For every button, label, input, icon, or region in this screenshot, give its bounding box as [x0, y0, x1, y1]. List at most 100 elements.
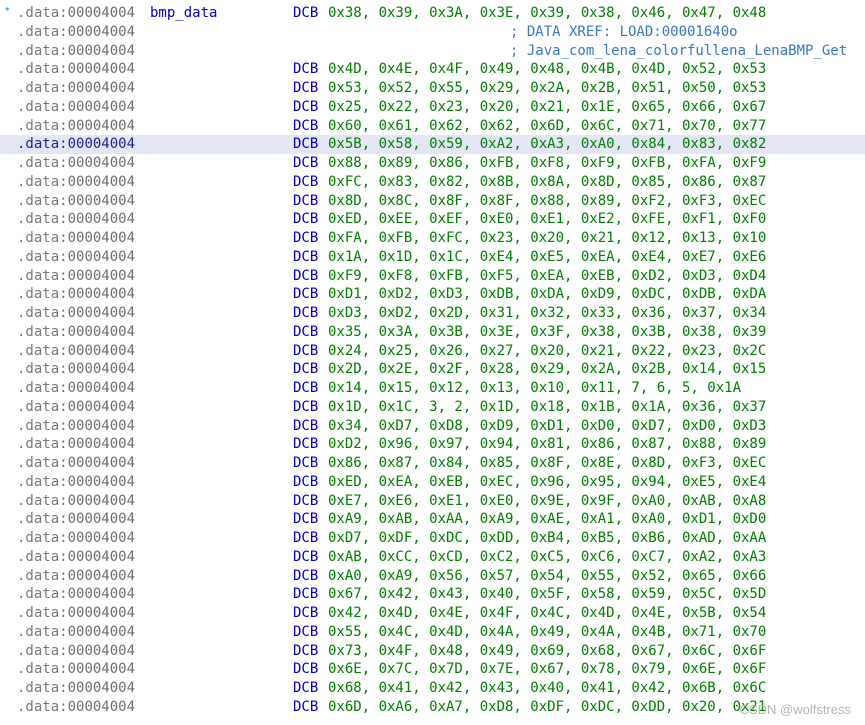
- listing-row[interactable]: .data:00004004 DCB 0x14, 0x15, 0x12, 0x13,…: [0, 379, 865, 398]
- row-address[interactable]: .data:00004004: [17, 192, 135, 211]
- segment-name: .data: [17, 492, 60, 509]
- row-label[interactable]: bmp_data: [150, 4, 217, 23]
- address-offset: 00004004: [67, 267, 136, 284]
- listing-row[interactable]: .data:00004004 DCB 0x4D, 0x4E, 0x4F, 0x49,…: [0, 60, 865, 79]
- row-address[interactable]: .data:00004004: [17, 60, 135, 79]
- listing-row[interactable]: .data:00004004 DCB 0xED, 0xEA, 0xEB, 0xEC,…: [0, 473, 865, 492]
- row-address[interactable]: .data:00004004: [17, 210, 135, 229]
- row-mnemonic: DCB: [293, 492, 319, 509]
- listing-row[interactable]: .data:00004004 DCB 0x6D, 0xA6, 0xA7, 0xD8,…: [0, 698, 865, 717]
- listing-row[interactable]: .data:00004004 DCB 0xAB, 0xCC, 0xCD, 0xC2,…: [0, 548, 865, 567]
- listing-row[interactable]: .data:00004004 DCB 0xD2, 0x96, 0x97, 0x94,…: [0, 435, 865, 454]
- row-address[interactable]: .data:00004004: [17, 135, 135, 154]
- row-comment[interactable]: ; Java_com_lena_colorfullena_LenaBMP_Get: [510, 42, 847, 61]
- listing-row[interactable]: .data:00004004 DCB 0x55, 0x4C, 0x4D, 0x4A,…: [0, 623, 865, 642]
- row-operands: 0xA9, 0xAB, 0xAA, 0xA9, 0xAE, 0xA1, 0xA0…: [328, 511, 767, 528]
- listing-row[interactable]: .data:00004004 DCB 0x34, 0xD7, 0xD8, 0xD9,…: [0, 417, 865, 436]
- row-address[interactable]: .data:00004004: [17, 623, 135, 642]
- row-address[interactable]: .data:00004004: [17, 398, 135, 417]
- row-address[interactable]: .data:00004004: [17, 379, 135, 398]
- segment-name: .data: [17, 623, 60, 640]
- listing-row[interactable]: .data:00004004 DCB 0x42, 0x4D, 0x4E, 0x4F,…: [0, 604, 865, 623]
- listing-row[interactable]: .data:00004004 DCB 0xA9, 0xAB, 0xAA, 0xA9,…: [0, 510, 865, 529]
- row-address[interactable]: .data:00004004: [17, 435, 135, 454]
- row-address[interactable]: .data:00004004: [17, 529, 135, 548]
- listing-row[interactable]: .data:00004004 DCB 0xF9, 0xF8, 0xFB, 0xF5,…: [0, 267, 865, 286]
- listing-row[interactable]: .data:00004004 DCB 0xED, 0xEE, 0xEF, 0xE0,…: [0, 210, 865, 229]
- disassembly-listing[interactable]: • .data:00004004 bmp_data DCB 0x38, 0x39, 0x…: [0, 4, 865, 717]
- listing-row[interactable]: .data:00004004 DCB 0x5B, 0x58, 0x59, 0xA2,…: [0, 135, 865, 154]
- row-mnemonic: DCB: [293, 80, 319, 96]
- listing-row[interactable]: .data:00004004 DCB 0x1A, 0x1D, 0x1C, 0xE4,…: [0, 248, 865, 267]
- listing-row[interactable]: .data:00004004 DCB 0x1D, 0x1C, 3, 2, 0x1D,…: [0, 398, 865, 417]
- row-address[interactable]: .data:00004004: [17, 154, 135, 173]
- row-address[interactable]: .data:00004004: [17, 98, 135, 117]
- listing-row[interactable]: .data:00004004 DCB 0xD1, 0xD2, 0xD3, 0xDB,…: [0, 285, 865, 304]
- row-comment[interactable]: ; DATA XREF: LOAD:00001640o: [510, 23, 738, 42]
- row-address[interactable]: .data:00004004: [17, 248, 135, 267]
- row-mnemonic: DCB: [293, 642, 319, 659]
- row-address[interactable]: .data:00004004: [17, 492, 135, 511]
- address-offset: 00004004: [67, 605, 136, 621]
- row-address[interactable]: .data:00004004: [17, 567, 135, 586]
- row-address[interactable]: .data:00004004: [17, 342, 135, 361]
- row-address[interactable]: .data:00004004: [17, 660, 135, 679]
- listing-row[interactable]: .data:00004004 ; Java_com_lena_colorfulle…: [0, 42, 865, 61]
- row-address[interactable]: .data:00004004: [17, 173, 135, 192]
- row-address[interactable]: .data:00004004: [17, 304, 135, 323]
- listing-row[interactable]: .data:00004004 ; DATA XREF: LOAD:00001640…: [0, 23, 865, 42]
- row-mnemonic: DCB: [293, 248, 319, 265]
- row-address[interactable]: .data:00004004: [17, 267, 135, 286]
- listing-row[interactable]: .data:00004004 DCB 0x60, 0x61, 0x62, 0x62,…: [0, 117, 865, 136]
- row-address[interactable]: .data:00004004: [17, 229, 135, 248]
- row-address[interactable]: .data:00004004: [17, 642, 135, 661]
- row-address[interactable]: .data:00004004: [17, 604, 135, 623]
- row-address[interactable]: .data:00004004: [17, 548, 135, 567]
- listing-row[interactable]: .data:00004004 DCB 0xA0, 0xA9, 0x56, 0x57,…: [0, 567, 865, 586]
- segment-name: .data: [17, 661, 60, 678]
- row-mnemonic: DCB: [293, 230, 319, 246]
- listing-row[interactable]: .data:00004004 DCB 0x24, 0x25, 0x26, 0x27,…: [0, 342, 865, 361]
- listing-row[interactable]: .data:00004004 DCB 0xFA, 0xFB, 0xFC, 0x23,…: [0, 229, 865, 248]
- listing-row[interactable]: .data:00004004 DCB 0xFC, 0x83, 0x82, 0x8B,…: [0, 173, 865, 192]
- row-address[interactable]: .data:00004004: [17, 4, 135, 23]
- address-offset: 00004004: [67, 80, 136, 96]
- listing-row[interactable]: .data:00004004 DCB 0x68, 0x41, 0x42, 0x43,…: [0, 679, 865, 698]
- row-address[interactable]: .data:00004004: [17, 285, 135, 304]
- row-operands: 0x6E, 0x7C, 0x7D, 0x7E, 0x67, 0x78, 0x79…: [328, 661, 767, 678]
- listing-row[interactable]: .data:00004004 DCB 0xD3, 0xD2, 0x2D, 0x31,…: [0, 304, 865, 323]
- listing-row[interactable]: .data:00004004 DCB 0xD7, 0xDF, 0xDC, 0xDD,…: [0, 529, 865, 548]
- listing-row[interactable]: .data:00004004 DCB 0x88, 0x89, 0x86, 0xFB,…: [0, 154, 865, 173]
- listing-row[interactable]: .data:00004004 DCB 0x73, 0x4F, 0x48, 0x49,…: [0, 642, 865, 661]
- row-address[interactable]: .data:00004004: [17, 454, 135, 473]
- listing-row[interactable]: .data:00004004 DCB 0x8D, 0x8C, 0x8F, 0x8F,…: [0, 192, 865, 211]
- listing-row[interactable]: .data:00004004 DCB 0x6E, 0x7C, 0x7D, 0x7E,…: [0, 660, 865, 679]
- listing-row[interactable]: .data:00004004 DCB 0x25, 0x22, 0x23, 0x20,…: [0, 98, 865, 117]
- listing-row[interactable]: .data:00004004 DCB 0xE7, 0xE6, 0xE1, 0xE0,…: [0, 492, 865, 511]
- row-address[interactable]: .data:00004004: [17, 323, 135, 342]
- row-address[interactable]: .data:00004004: [17, 79, 135, 98]
- row-address[interactable]: .data:00004004: [17, 473, 135, 492]
- listing-row[interactable]: • .data:00004004 bmp_data DCB 0x38, 0x39, 0x…: [0, 4, 865, 23]
- row-address[interactable]: .data:00004004: [17, 585, 135, 604]
- listing-row[interactable]: .data:00004004 DCB 0x2D, 0x2E, 0x2F, 0x28,…: [0, 360, 865, 379]
- breakpoint-bullet-icon[interactable]: •: [4, 4, 12, 16]
- row-address[interactable]: .data:00004004: [17, 510, 135, 529]
- row-address[interactable]: .data:00004004: [17, 23, 135, 42]
- row-operands: 0x5B, 0x58, 0x59, 0xA2, 0xA3, 0xA0, 0x84…: [328, 136, 767, 153]
- address-offset: 00004004: [67, 192, 136, 209]
- row-address[interactable]: .data:00004004: [17, 360, 135, 379]
- listing-row[interactable]: .data:00004004 DCB 0x86, 0x87, 0x84, 0x85,…: [0, 454, 865, 473]
- row-address[interactable]: .data:00004004: [17, 417, 135, 436]
- segment-name: .data: [17, 305, 60, 321]
- row-address[interactable]: .data:00004004: [17, 698, 135, 717]
- row-mnemonic: DCB: [293, 5, 319, 21]
- row-address[interactable]: .data:00004004: [17, 679, 135, 698]
- listing-row[interactable]: .data:00004004 DCB 0x35, 0x3A, 0x3B, 0x3E,…: [0, 323, 865, 342]
- row-address[interactable]: .data:00004004: [17, 117, 135, 136]
- segment-name: .data: [17, 80, 60, 96]
- listing-row[interactable]: .data:00004004 DCB 0x67, 0x42, 0x43, 0x40,…: [0, 585, 865, 604]
- address-offset: 00004004: [67, 98, 136, 115]
- listing-row[interactable]: .data:00004004 DCB 0x53, 0x52, 0x55, 0x29,…: [0, 79, 865, 98]
- row-address[interactable]: .data:00004004: [17, 42, 135, 61]
